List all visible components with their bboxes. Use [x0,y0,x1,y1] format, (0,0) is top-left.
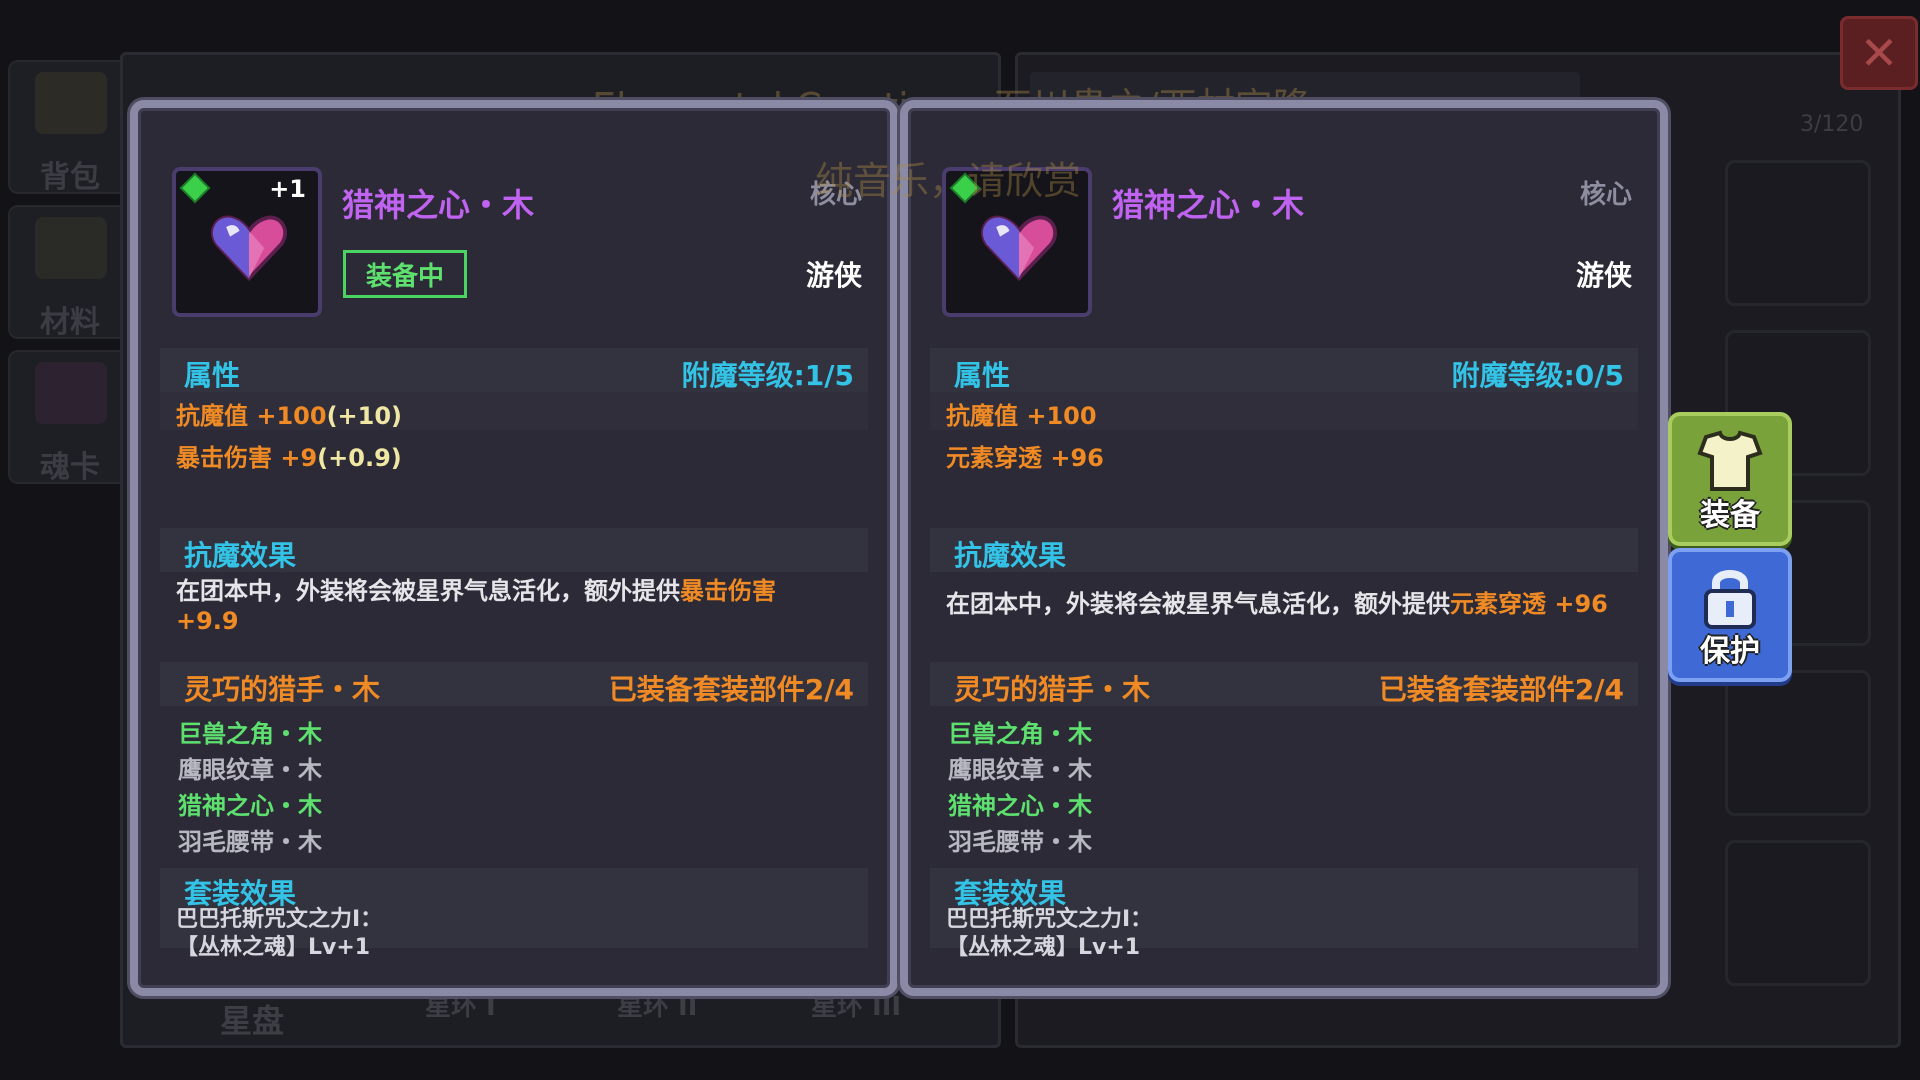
set-count: 已装备套装部件2/4 [1378,673,1624,706]
stat-line: 元素穿透 +96 [946,444,1104,472]
stat-bonus: (+0.9) [317,444,402,472]
effect-header: 抗魔效果 [930,528,1638,572]
set-header: 灵巧的猎手・木 已装备套装部件2/4 [930,662,1638,706]
set-item-equipped: 巨兽之角・木 [948,720,1092,748]
set-name: 灵巧的猎手・木 [184,673,381,706]
effect-description: 在团本中，外装将会被星界气息活化，额外提供暴击伤害 +9.9 [176,576,842,636]
effect-text: 在团本中，外装将会被星界气息活化，额外提供 [946,590,1450,618]
enchant-level: 附魔等级:1/5 [681,359,854,392]
attributes-header: 属性 附魔等级:0/5 [930,348,1638,392]
grid-slot[interactable] [1725,160,1871,306]
materials-icon [35,217,107,279]
stat-line: 抗魔值 +100 [946,402,1097,430]
nav-bag[interactable]: 背包 [8,60,130,195]
set-effect-line: 巴巴托斯咒文之力Ⅰ： [946,907,1153,932]
chest-icon [35,72,107,134]
inventory-count: 3/120 [1800,112,1864,137]
close-icon: ✕ [1859,26,1899,80]
effect-highlight: 暴击伤害 [680,577,776,605]
compare-item-card: 猎神之心・木 核心 游侠 属性 附魔等级:0/5 抗魔值 +100 元素穿透 +… [900,100,1668,996]
attributes-title: 属性 [184,359,241,392]
lock-icon [1704,570,1756,629]
close-button[interactable]: ✕ [1840,16,1918,90]
equipped-badge: 装备中 [343,250,467,298]
stat-line: 暴击伤害 +9(+0.9) [176,438,402,473]
effect-text: 在团本中，外装将会被星界气息活化，额外提供 [176,577,680,605]
set-item-equipped: 猎神之心・木 [178,792,322,820]
attributes-header: 属性 附魔等级:1/5 [160,348,868,392]
set-item-missing: 羽毛腰带・木 [178,828,322,856]
effect-description: 在团本中，外装将会被星界气息活化，额外提供元素穿透 +96 [946,589,1636,619]
nav-soulcard[interactable]: 魂卡 [8,350,130,485]
equip-button[interactable]: 装备 [1668,412,1792,546]
music-watermark-note: 纯音乐，请欣赏 [815,159,1082,203]
grid-slot[interactable] [1725,670,1871,816]
tab-star-disk[interactable]: 星盘 [220,996,284,1042]
equip-button-label: 装备 [1700,498,1760,533]
item-type: 核心 [1579,180,1632,210]
equipped-item-card: +1 猎神之心・木 核心 游侠 装备中 属性 附魔等级:1/5 抗魔值 +100… [130,100,898,996]
soul-card-icon [35,362,107,424]
item-class: 游侠 [1575,259,1632,292]
attributes-title: 属性 [954,359,1011,392]
nav-materials-label: 材料 [40,305,100,340]
set-item-equipped: 巨兽之角・木 [178,720,322,748]
set-item-missing: 鹰眼纹章・木 [948,756,1092,784]
grid-slot[interactable] [1725,840,1871,986]
enhance-level: +1 [269,175,306,203]
stat-text: 抗魔值 +100 [176,402,327,430]
item-class: 游侠 [805,259,862,292]
set-effect-line: 【丛林之魂】Lv+1 [176,935,371,960]
effect-highlight: 元素穿透 +96 [1450,590,1608,618]
set-header: 灵巧的猎手・木 已装备套装部件2/4 [160,662,868,706]
item-name: 猎神之心・木 [1112,186,1305,224]
protect-button[interactable]: 保护 [1668,548,1792,682]
nav-materials[interactable]: 材料 [8,205,130,340]
stat-text: 暴击伤害 +9 [176,444,318,472]
set-item-missing: 羽毛腰带・木 [948,828,1092,856]
effect-title: 抗魔效果 [954,539,1067,572]
set-name: 灵巧的猎手・木 [954,673,1151,706]
stat-line: 抗魔值 +100(+10) [176,396,402,431]
protect-button-label: 保护 [1700,634,1760,669]
set-count: 已装备套装部件2/4 [608,673,854,706]
item-name: 猎神之心・木 [342,186,535,224]
enchant-level: 附魔等级:0/5 [1451,359,1624,392]
effect-highlight-value: +9.9 [176,607,239,635]
set-item-equipped: 猎神之心・木 [948,792,1092,820]
armor-icon [1697,430,1763,491]
nav-soulcard-label: 魂卡 [40,450,100,485]
rarity-gem-icon [182,175,208,201]
set-effect-line: 【丛林之魂】Lv+1 [946,935,1141,960]
heart-gem-icon [211,215,287,282]
stat-bonus: (+10) [326,402,403,430]
set-effect-line: 巴巴托斯咒文之力Ⅰ： [176,907,383,932]
effect-header: 抗魔效果 [160,528,868,572]
effect-title: 抗魔效果 [184,539,297,572]
nav-bag-label: 背包 [40,160,100,195]
set-item-missing: 鹰眼纹章・木 [178,756,322,784]
item-icon-frame: +1 [172,167,322,317]
heart-gem-icon [981,215,1057,282]
